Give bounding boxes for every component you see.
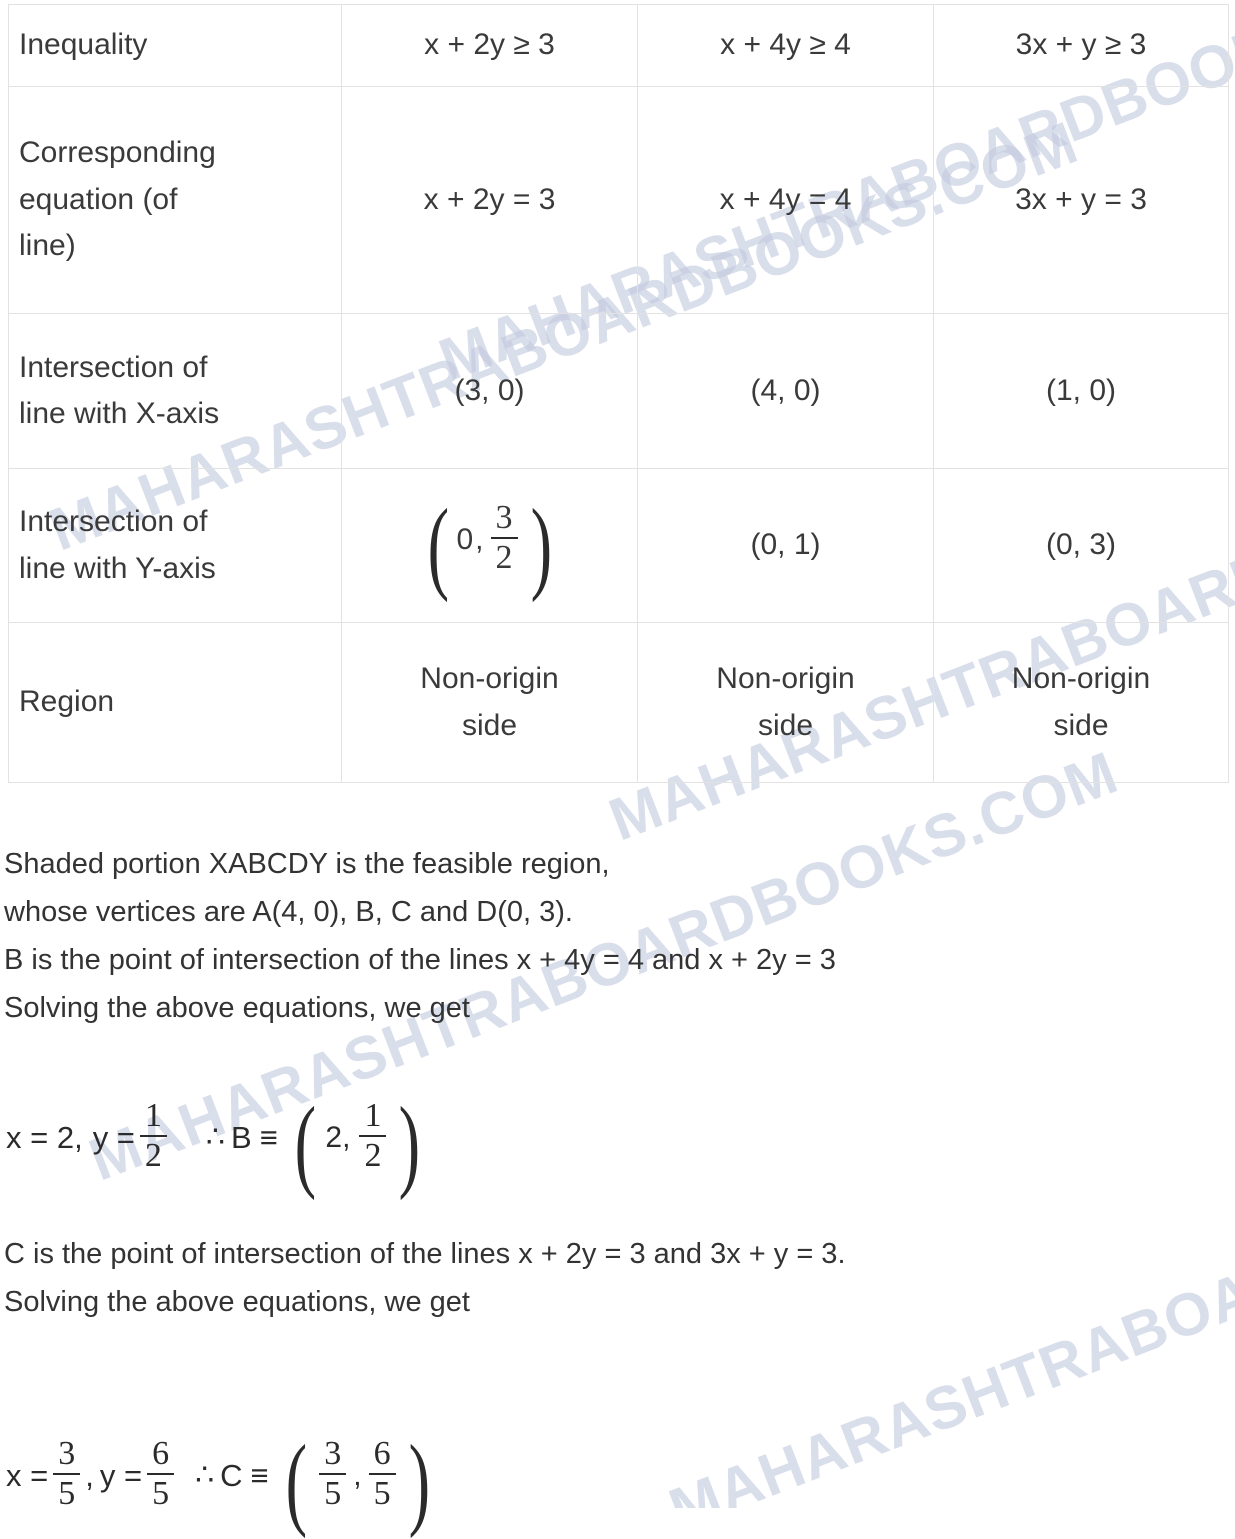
- region-line-1: Non-origin: [716, 662, 855, 695]
- cell-equation-1: x + 2y = 3: [341, 86, 638, 314]
- fraction-x: 3 5: [319, 1436, 347, 1512]
- equation-point-c: x = 3 5 , y = 6 5 ∴ C ≡ ( 3 5 , 6 5): [6, 1423, 436, 1539]
- row-label-corresponding-equation: Corresponding equation (of line): [8, 86, 342, 314]
- cell-inequality-2: x + 4y ≥ 4: [637, 4, 934, 87]
- fraction-denominator: 5: [58, 1474, 76, 1512]
- cell-yaxis-1: ( 0, 3 2 ): [341, 468, 638, 623]
- fraction-y: 6 5: [368, 1436, 396, 1512]
- region-line-1: Non-origin: [420, 662, 559, 695]
- cell-equation-2: x + 4y = 4: [637, 86, 934, 314]
- therefore-symbol: ∴: [205, 1121, 225, 1155]
- fraction: 1 2: [359, 1098, 387, 1174]
- paragraph-line: Solving the above equations, we get: [4, 992, 470, 1024]
- label-line-1: Intersection of: [19, 350, 208, 384]
- table-row: Inequality x + 2y ≥ 3 x + 4y ≥ 4 3x + y …: [8, 4, 1229, 87]
- table-row: Intersection of line with Y-axis ( 0, 3 …: [8, 468, 1229, 623]
- fraction-denominator: 2: [364, 1136, 382, 1174]
- region-line-2: side: [461, 708, 518, 742]
- table-row: Region Non-origin side Non-origin side N…: [8, 622, 1229, 783]
- fraction-y: 6 5: [147, 1436, 175, 1512]
- fraction-numerator: 3: [53, 1436, 81, 1475]
- cell-region-2: Non-origin side: [637, 622, 934, 783]
- region-line-1: Non-origin: [1011, 662, 1151, 695]
- row-label-x-axis-intersection: Intersection of line with X-axis: [8, 313, 342, 469]
- point-label-b: B: [231, 1119, 252, 1155]
- paragraph-line: Shaded portion XABCDY is the feasible re…: [4, 848, 610, 880]
- table-row: Intersection of line with X-axis (3, 0) …: [8, 313, 1229, 469]
- coordinate-pair-c: ( 3 5 , 6 5 ): [285, 1423, 430, 1539]
- fraction-numerator: 3: [490, 500, 518, 540]
- cell-xaxis-3: (1, 0): [933, 313, 1229, 469]
- fraction-denominator: 2: [144, 1136, 162, 1174]
- summary-table-container: Inequality x + 2y ≥ 3 x + 4y ≥ 4 3x + y …: [8, 4, 1229, 783]
- label-line-2: equation (of: [19, 182, 178, 216]
- region-line-2: side: [1053, 708, 1109, 742]
- paragraph-line: whose vertices are A(4, 0), B, C and D(0…: [4, 896, 573, 928]
- cell-equation-3: 3x + y = 3: [933, 86, 1229, 314]
- fraction: 3 2: [490, 500, 518, 577]
- cell-inequality-1: x + 2y ≥ 3: [341, 4, 638, 87]
- fraction-numerator: 1: [139, 1098, 167, 1137]
- paragraph-line: Solving the above equations, we get: [4, 1286, 470, 1318]
- coord-x: 2,: [325, 1120, 351, 1154]
- row-label-region: Region: [8, 622, 342, 783]
- coord-comma: ,: [475, 522, 484, 556]
- cell-region-1: Non-origin side: [341, 622, 638, 783]
- region-line-2: side: [757, 708, 814, 742]
- fraction-denominator: 2: [495, 539, 513, 577]
- row-label-y-axis-intersection: Intersection of line with Y-axis: [8, 468, 342, 623]
- fraction-numerator: 1: [359, 1098, 387, 1137]
- equivalence-symbol: ≡: [259, 1119, 278, 1155]
- eq-x-value: x = 2,: [6, 1119, 83, 1155]
- inequality-summary-table: Inequality x + 2y ≥ 3 x + 4y ≥ 4 3x + y …: [8, 4, 1229, 783]
- coord-x: 0: [456, 522, 474, 556]
- cell-yaxis-2: (0, 1): [637, 468, 934, 623]
- table-row: Corresponding equation (of line) x + 2y …: [8, 86, 1229, 314]
- fraction-denominator: 5: [324, 1474, 342, 1512]
- fraction-numerator: 3: [319, 1436, 347, 1475]
- point-c-paragraph: C is the point of intersection of the li…: [4, 1240, 846, 1336]
- eq-comma: ,: [85, 1457, 94, 1493]
- paragraph-line: B is the point of intersection of the li…: [4, 944, 836, 976]
- feasible-region-paragraph: Shaded portion XABCDY is the feasible re…: [4, 850, 836, 1042]
- cell-yaxis-3: (0, 3): [933, 468, 1229, 623]
- fraction-numerator: 6: [147, 1436, 175, 1475]
- fraction-numerator: 6: [368, 1436, 396, 1475]
- cell-xaxis-1: (3, 0): [341, 313, 638, 469]
- equation-point-b: x = 2, y = 1 2 ∴ B ≡ ( 2, 1 2 ): [6, 1085, 427, 1201]
- equivalence-symbol: ≡: [250, 1457, 269, 1493]
- fraction-denominator: 5: [373, 1474, 391, 1512]
- coordinate-pair-fraction: ( 0, 3 2 ): [427, 488, 552, 604]
- label-line-1: Intersection of: [19, 505, 208, 538]
- label-line-1: Corresponding: [19, 136, 216, 170]
- label-line-3: line): [19, 229, 76, 263]
- eq-x-label: x =: [6, 1457, 49, 1493]
- row-label-inequality: Inequality: [8, 4, 342, 87]
- cell-inequality-3: 3x + y ≥ 3: [933, 4, 1229, 87]
- label-line-2: line with X-axis: [19, 397, 220, 430]
- eq-y-label: y =: [99, 1457, 143, 1493]
- cell-region-3: Non-origin side: [933, 622, 1229, 783]
- fraction-denominator: 5: [152, 1474, 170, 1512]
- fraction-y: 1 2: [139, 1098, 167, 1174]
- paragraph-line: C is the point of intersection of the li…: [4, 1238, 846, 1270]
- cell-xaxis-2: (4, 0): [637, 313, 934, 469]
- therefore-symbol: ∴: [195, 1459, 215, 1493]
- point-label-c: C: [220, 1457, 243, 1493]
- fraction-x: 3 5: [53, 1436, 81, 1512]
- coordinate-pair-b: ( 2, 1 2 ): [294, 1085, 421, 1201]
- coord-comma: ,: [353, 1458, 362, 1492]
- eq-y-label: y =: [92, 1119, 135, 1155]
- label-line-2: line with Y-axis: [19, 551, 216, 585]
